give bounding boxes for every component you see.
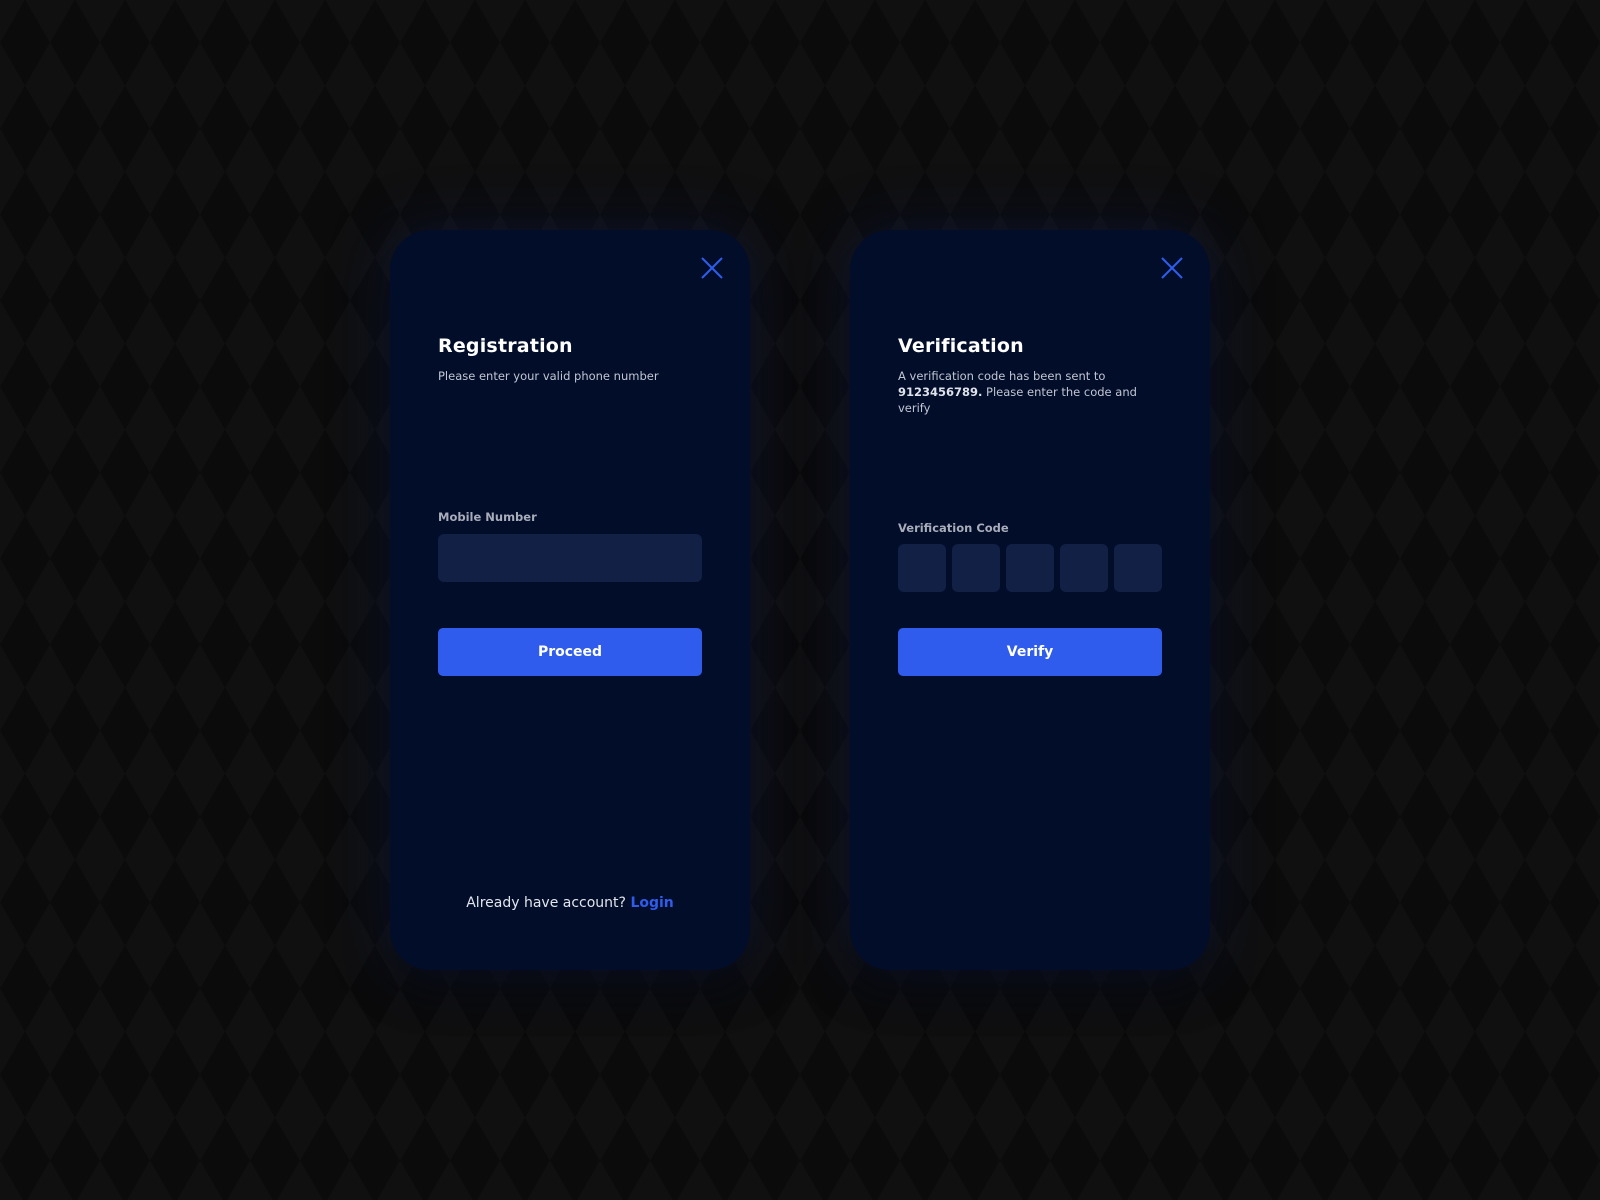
subtitle-prefix: A verification code has been sent to — [898, 369, 1106, 383]
page-subtitle: Please enter your valid phone number — [438, 369, 659, 383]
verification-code-label: Verification Code — [898, 521, 1009, 535]
proceed-button[interactable]: Proceed — [438, 628, 702, 676]
code-digit-4[interactable] — [1060, 544, 1108, 592]
verify-button[interactable]: Verify — [898, 628, 1162, 676]
code-digit-3[interactable] — [1006, 544, 1054, 592]
phone-number: 9123456789. — [898, 385, 983, 399]
registration-card: Registration Please enter your valid pho… — [390, 230, 750, 970]
code-digit-5[interactable] — [1114, 544, 1162, 592]
mobile-number-input[interactable] — [438, 534, 702, 582]
close-button[interactable] — [698, 254, 726, 282]
verification-code-inputs — [898, 544, 1162, 592]
code-digit-1[interactable] — [898, 544, 946, 592]
close-icon — [701, 257, 723, 279]
close-button[interactable] — [1158, 254, 1186, 282]
verification-card: Verification A verification code has bee… — [850, 230, 1210, 970]
mobile-number-label: Mobile Number — [438, 510, 537, 524]
login-prompt-text: Already have account? — [466, 895, 626, 911]
login-link[interactable]: Login — [630, 895, 673, 911]
page-subtitle: A verification code has been sent to 912… — [898, 368, 1173, 416]
code-digit-2[interactable] — [952, 544, 1000, 592]
page-title: Verification — [898, 335, 1024, 357]
close-icon — [1161, 257, 1183, 279]
page-title: Registration — [438, 335, 573, 357]
login-prompt: Already have account? Login — [390, 895, 750, 911]
